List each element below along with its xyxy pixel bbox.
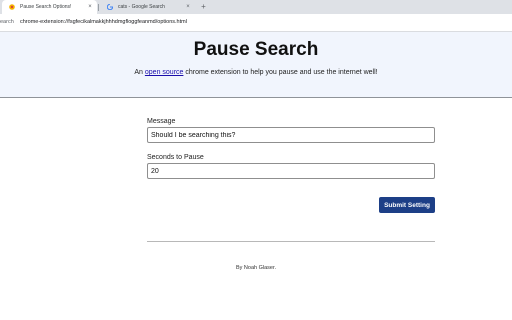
open-source-link[interactable]: open source: [145, 69, 184, 76]
address-bar-url[interactable]: chrome-extension://fsgfecikalmakkjhhhdmg…: [20, 19, 187, 25]
tab-separator: [98, 4, 99, 11]
footer-credit: By Noah Glaser.: [235, 265, 277, 271]
seconds-input[interactable]: [147, 163, 435, 179]
subtitle-text-after: chrome extension to help you pause and u…: [183, 69, 378, 76]
extension-icon: [9, 4, 15, 10]
address-bar-row: earch chrome-extension://fsgfecikalmakkj…: [0, 14, 512, 32]
page-header: Pause Search An open source chrome exten…: [0, 32, 512, 98]
message-label: Message: [147, 118, 176, 125]
browser-tab-strip: Pause Search Options! × cats - Google Se…: [0, 0, 512, 14]
tab-title: Pause Search Options!: [20, 4, 72, 10]
tab-cats-google-search[interactable]: cats - Google Search ×: [100, 0, 195, 14]
divider: [147, 241, 435, 242]
google-g-icon: [107, 4, 113, 10]
page-subtitle: An open source chrome extension to help …: [0, 69, 512, 76]
close-icon[interactable]: ×: [86, 4, 94, 10]
new-tab-button[interactable]: +: [198, 1, 209, 12]
submit-setting-button[interactable]: Submit Setting: [379, 197, 435, 213]
close-icon[interactable]: ×: [184, 4, 192, 10]
subtitle-text-before: An: [134, 69, 145, 76]
seconds-label: Seconds to Pause: [147, 154, 204, 161]
settings-form: Message Seconds to Pause: [147, 118, 435, 179]
tab-pause-search-options[interactable]: Pause Search Options! ×: [2, 0, 97, 14]
page-title: Pause Search: [193, 39, 319, 60]
tab-title: cats - Google Search: [118, 4, 165, 10]
message-input[interactable]: [147, 127, 435, 143]
address-bar-prefix: earch: [0, 19, 14, 25]
